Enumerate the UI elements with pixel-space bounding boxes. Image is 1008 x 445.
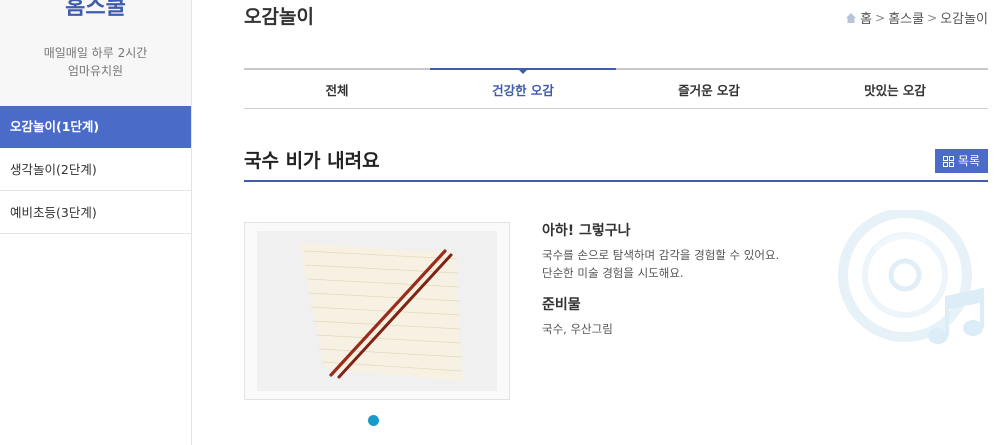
carousel-dot[interactable] [368,415,379,426]
materials-text: 국수, 우산그림 [542,322,613,336]
list-button[interactable]: 목록 [934,149,988,173]
breadcrumb-homeschool[interactable]: 홈스쿨 [888,8,924,27]
grid-icon [942,155,954,167]
tagline: 매일매일 하루 2시간 엄마유치원 [0,44,191,80]
tab-tasty-senses[interactable]: 맛있는 오감 [802,70,988,108]
list-button-label: 목록 [957,154,980,168]
section-text-line-1: 국수를 손으로 탐색하며 감각을 경험할 수 있어요. [542,248,780,262]
noodle-chopsticks-image [257,231,497,391]
section-heading-aha: 아하! 그렇구나 [542,223,631,239]
page-title: 오감놀이 [244,6,314,28]
tab-all[interactable]: 전체 [244,70,430,108]
article-title: 국수 비가 내려요 [244,150,380,172]
tagline-line-2: 엄마유치원 [67,64,124,78]
section-text-line-2: 단순한 미술 경험을 시도해요. [542,266,684,280]
tab-bar: 전체 건강한 오감 즐거운 오감 맛있는 오감 [244,68,988,109]
breadcrumb-current[interactable]: 오감놀이 [940,8,988,27]
brand-title[interactable]: 홈스쿨 [0,0,191,20]
article-header: 국수 비가 내려요 목록 [244,146,988,182]
sidebar-header: 홈스쿨 매일매일 하루 2시간 엄마유치원 [0,0,191,106]
chevron-right-icon: > [875,10,886,25]
sidebar-item-stage3[interactable]: 예비초등(3단계) [0,191,191,234]
sidebar-item-stage1[interactable]: 오감놀이(1단계) [0,106,191,148]
sidebar: 홈스쿨 매일매일 하루 2시간 엄마유치원 오감놀이(1단계) 생각놀이(2단계… [0,0,192,445]
sidebar-item-stage2[interactable]: 생각놀이(2단계) [0,148,191,191]
tab-fun-senses[interactable]: 즐거운 오감 [616,70,802,108]
breadcrumb: 홈 > 홈스쿨 > 오감놀이 [845,8,988,27]
chevron-right-icon: > [927,10,938,25]
tagline-line-1: 매일매일 하루 2시간 [43,46,148,60]
breadcrumb-home[interactable]: 홈 [860,8,872,27]
photo-card [244,222,510,400]
article-info: 아하! 그렇구나 국수를 손으로 탐색하며 감각을 경험할 수 있어요. 단순한… [542,220,842,338]
tab-healthy-senses[interactable]: 건강한 오감 [430,68,616,108]
noodle-photo [257,231,497,391]
home-icon [846,12,857,23]
section-heading-materials: 준비물 [542,297,581,313]
cd-music-icon [838,210,984,344]
